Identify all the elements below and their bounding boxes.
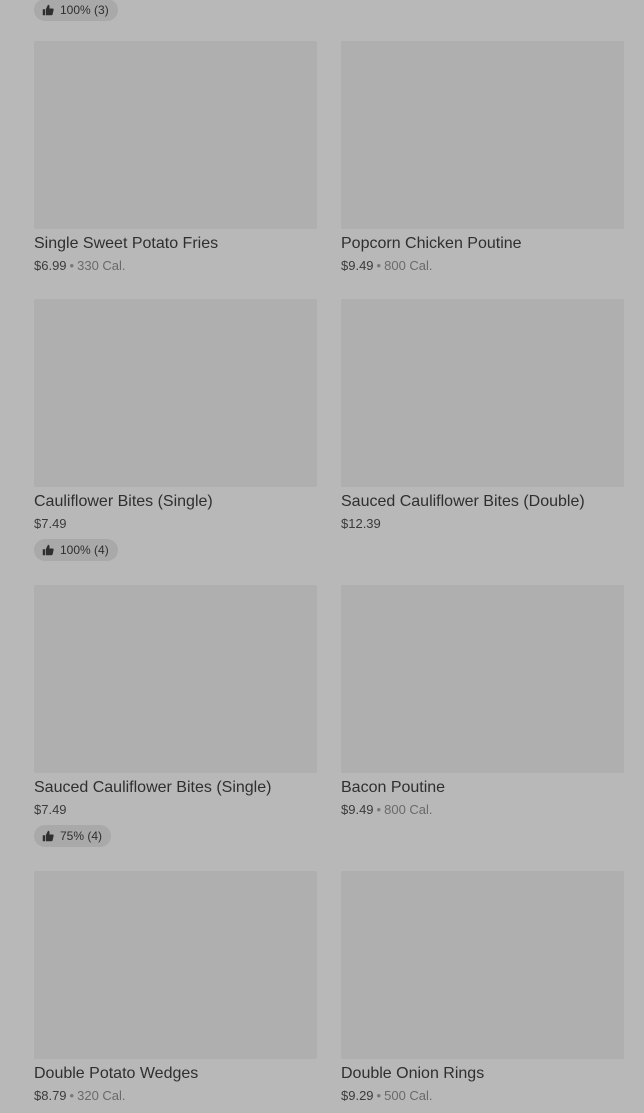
menu-item-image[interactable] (34, 585, 317, 773)
menu-item-card[interactable]: Cauliflower Bites (Single) $7.49 100% (4… (34, 299, 317, 561)
thumbs-up-icon (42, 544, 54, 556)
thumbs-up-icon (42, 830, 54, 842)
menu-item-meta: $9.49 • 800 Cal. (341, 800, 624, 820)
rating-badge: 100% (4) (34, 539, 118, 561)
menu-item-meta: $9.29 • 500 Cal. (341, 1086, 624, 1106)
menu-item-calories: 800 Cal. (384, 802, 433, 817)
menu-item-price: $7.49 (34, 802, 67, 817)
menu-item-meta: $7.49 (34, 514, 317, 534)
menu-item-name: Cauliflower Bites (Single) (34, 493, 213, 510)
menu-item-card[interactable]: Bacon Poutine $9.49 • 800 Cal. (341, 585, 624, 820)
menu-item-image[interactable] (341, 585, 624, 773)
meta-separator: • (376, 1088, 382, 1103)
menu-item-image[interactable] (34, 41, 317, 229)
meta-separator: • (69, 1088, 75, 1103)
menu-item-card[interactable]: Sauced Cauliflower Bites (Double) $12.39 (341, 299, 624, 534)
menu-item-meta: $7.49 (34, 800, 317, 820)
thumbs-up-icon (42, 4, 54, 16)
menu-item-meta: $6.99 • 330 Cal. (34, 256, 317, 276)
rating-badge: 100% (3) (34, 0, 118, 21)
menu-item-name: Double Potato Wedges (34, 1065, 199, 1082)
menu-item-image[interactable] (341, 871, 624, 1059)
menu-item-price: $9.29 (341, 1088, 374, 1103)
menu-item-price: $9.49 (341, 258, 374, 273)
rating-text: 100% (4) (60, 543, 109, 557)
menu-item-card[interactable]: Double Onion Rings $9.29 • 500 Cal. (341, 871, 624, 1106)
meta-separator: • (376, 258, 382, 273)
menu-item-card[interactable]: Sauced Cauliflower Bites (Single) $7.49 … (34, 585, 317, 847)
menu-item-image[interactable] (34, 299, 317, 487)
menu-item-price: $8.79 (34, 1088, 67, 1103)
menu-item-price: $7.49 (34, 516, 67, 531)
menu-item-calories: 800 Cal. (384, 258, 433, 273)
menu-item-calories: 500 Cal. (384, 1088, 433, 1103)
menu-item-card[interactable]: Popcorn Chicken Poutine $9.49 • 800 Cal. (341, 41, 624, 276)
menu-item-name: Sauced Cauliflower Bites (Double) (341, 493, 585, 510)
rating-text: 75% (4) (60, 829, 103, 843)
meta-separator: • (69, 258, 75, 273)
menu-item-meta: $12.39 (341, 514, 624, 534)
menu-item-name: Popcorn Chicken Poutine (341, 235, 522, 252)
rating-text: 100% (3) (60, 3, 109, 17)
menu-item-calories: 330 Cal. (77, 258, 126, 273)
menu-item-card[interactable]: Single Sweet Potato Fries $6.99 • 330 Cal. (34, 41, 317, 276)
menu-item-price: $9.49 (341, 802, 374, 817)
menu-item-image[interactable] (34, 871, 317, 1059)
menu-item-name: Bacon Poutine (341, 779, 446, 796)
menu-item-meta: $8.79 • 320 Cal. (34, 1086, 317, 1106)
menu-item-name: Sauced Cauliflower Bites (Single) (34, 779, 272, 796)
menu-item-card[interactable]: Double Potato Wedges $8.79 • 320 Cal. (34, 871, 317, 1106)
menu-item-image[interactable] (341, 41, 624, 229)
rating-badge: 75% (4) (34, 825, 112, 847)
menu-item-image[interactable] (341, 299, 624, 487)
menu-item-price: $12.39 (341, 516, 381, 531)
menu-item-name: Double Onion Rings (341, 1065, 485, 1082)
menu-item-price: $6.99 (34, 258, 67, 273)
menu-item-name: Single Sweet Potato Fries (34, 235, 219, 252)
menu-item-meta: $9.49 • 800 Cal. (341, 256, 624, 276)
menu-item-calories: 320 Cal. (77, 1088, 126, 1103)
menu-items-grid: 100% (3) Single Sweet Potato Fries $6.99… (0, 0, 644, 1113)
meta-separator: • (376, 802, 382, 817)
